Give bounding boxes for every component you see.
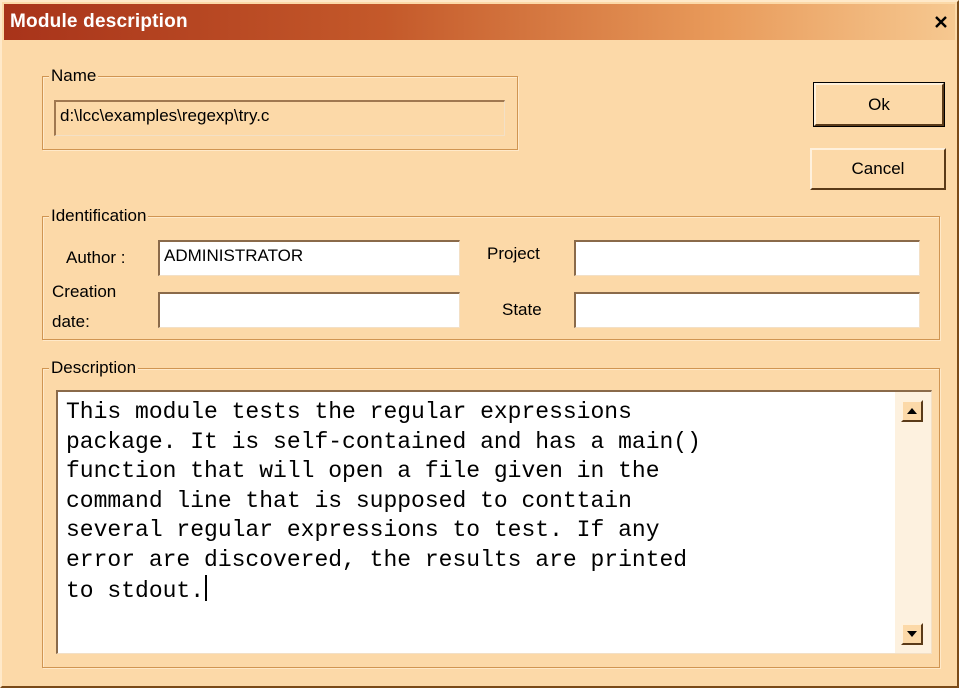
description-textarea[interactable]: This module tests the regular expression… [56, 390, 932, 654]
text-caret [205, 575, 208, 601]
scroll-down-button[interactable] [901, 623, 923, 645]
state-input[interactable] [574, 292, 920, 328]
close-icon [935, 16, 947, 28]
description-group-legend: Description [49, 358, 139, 378]
module-path-field: d:\lcc\examples\regexp\try.c [54, 100, 505, 136]
close-button[interactable] [931, 12, 951, 32]
creation-date-input[interactable] [158, 292, 460, 328]
cancel-button[interactable]: Cancel [810, 148, 946, 190]
description-text[interactable]: This module tests the regular expression… [66, 398, 892, 607]
title-bar[interactable]: Module description [4, 4, 955, 40]
dialog-title: Module description [10, 11, 188, 32]
creation-date-label-line1: Creation [52, 282, 117, 301]
scroll-up-button[interactable] [901, 400, 923, 422]
scroll-up-arrow-icon [907, 408, 917, 414]
name-group-legend: Name [49, 66, 99, 86]
identification-group-legend: Identification [49, 206, 149, 226]
state-label: State [502, 300, 542, 319]
ok-button[interactable]: Ok [813, 82, 945, 127]
project-label: Project [487, 244, 540, 263]
project-input[interactable] [574, 240, 920, 276]
author-input[interactable]: ADMINISTRATOR [158, 240, 460, 276]
creation-date-label-line2: date: [52, 312, 90, 331]
scroll-down-arrow-icon [907, 631, 917, 637]
author-label: Author : [66, 248, 126, 267]
module-description-dialog: Module description Name d:\lcc\examples\… [0, 0, 959, 688]
description-scrollbar[interactable] [895, 392, 931, 653]
